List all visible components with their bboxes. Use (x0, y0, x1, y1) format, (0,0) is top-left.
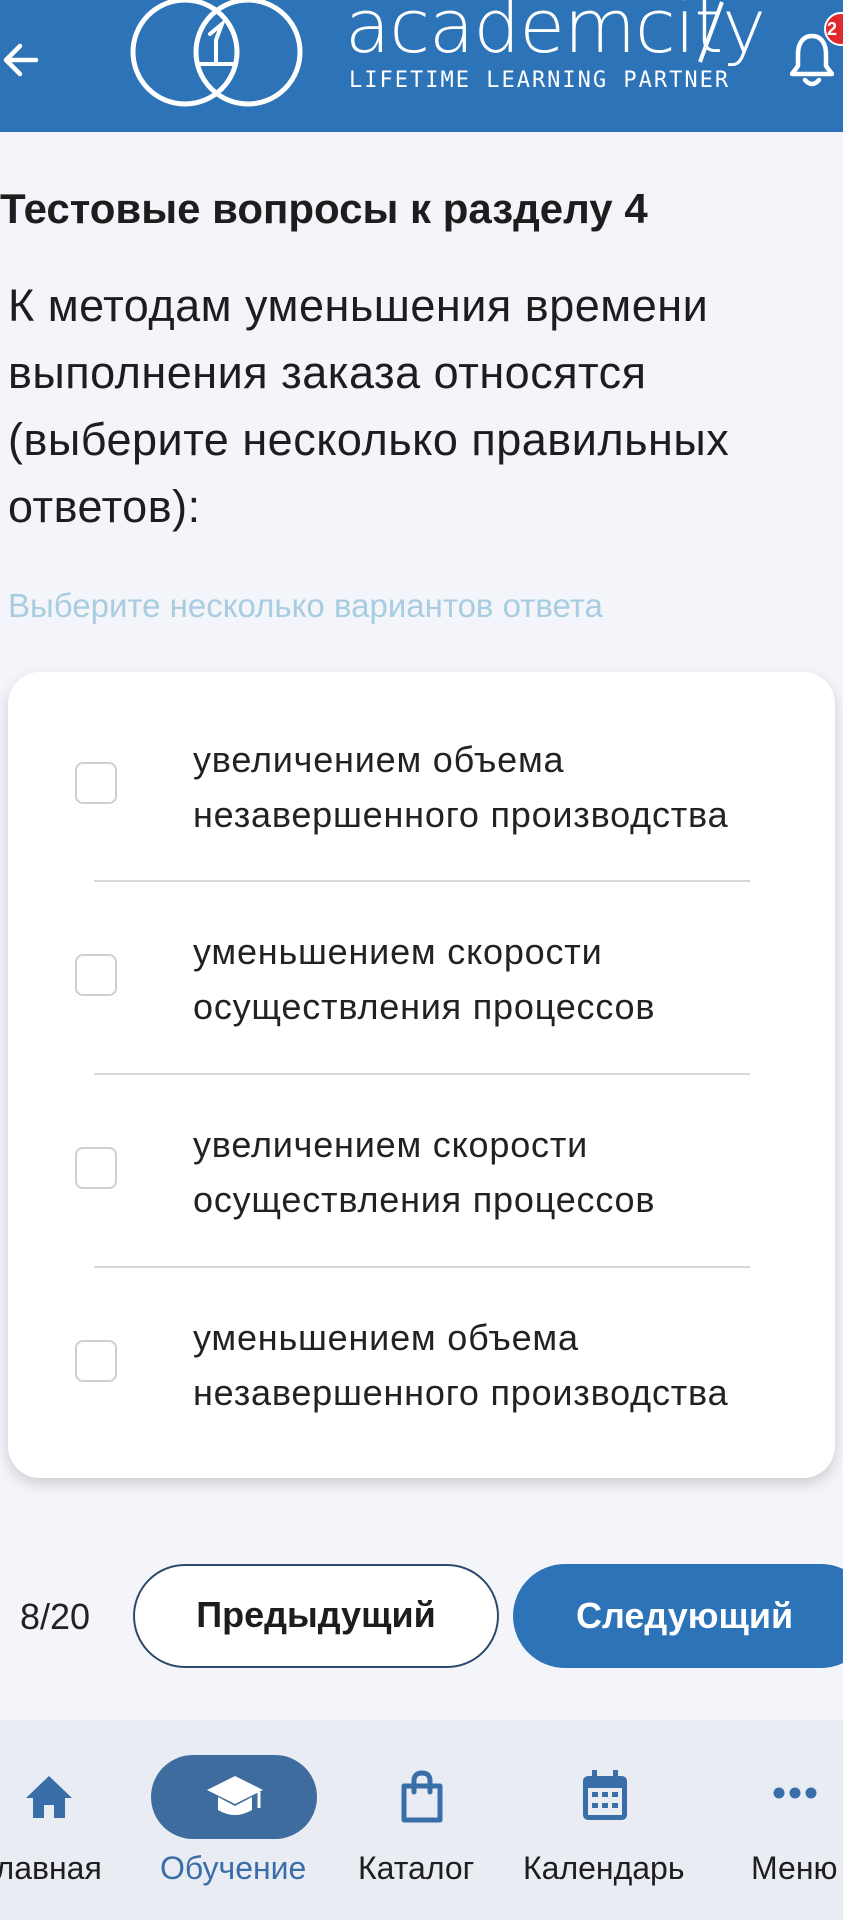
answer-option[interactable]: увеличением объема незавершенного произв… (8, 672, 835, 864)
option-label: уменьшением объема незавершенного произв… (193, 1310, 823, 1420)
option-label-line: осуществления процессов (193, 986, 656, 1027)
question-text: К методам уменьшения времени выполнения … (8, 280, 730, 532)
option-label-line: уменьшением объема (193, 1317, 579, 1358)
option-label-line: уменьшением скорости (193, 931, 603, 972)
academcity-logo-icon (130, 0, 303, 107)
back-arrow-icon[interactable] (0, 38, 44, 82)
brand-tagline: LIFETIME LEARNING PARTNER (349, 68, 731, 93)
option-label-line: увеличением скорости (193, 1124, 589, 1165)
answer-option[interactable]: увеличением скорости осуществления проце… (8, 1057, 835, 1249)
bottom-navigation: Главная Обучение Каталог Ка (0, 1720, 843, 1920)
option-checkbox[interactable] (75, 1340, 117, 1382)
answer-option[interactable]: уменьшением объема незавершенного произв… (8, 1250, 835, 1442)
option-checkbox[interactable] (75, 954, 117, 996)
logo-slash-icon (698, 1, 724, 63)
option-label-line: увеличением объема (193, 739, 565, 780)
answer-option[interactable]: уменьшением скорости осуществления проце… (8, 864, 835, 1056)
nav-item-calendar[interactable]: Календарь (515, 1720, 705, 1920)
section-title: Тестовые вопросы к разделу 4 (0, 185, 648, 232)
nav-label-calendar: Календарь (523, 1850, 685, 1886)
option-label: увеличением скорости осуществления проце… (193, 1117, 823, 1227)
calendar-icon (583, 1770, 627, 1820)
nav-label-menu: Меню (751, 1850, 838, 1886)
answer-options-card: увеличением объема незавершенного произв… (8, 672, 835, 1478)
previous-button[interactable]: Предыдущий (133, 1564, 499, 1668)
option-label: увеличением объема незавершенного произв… (193, 732, 823, 842)
answer-hint: Выберите несколько вариантов ответа (8, 587, 603, 624)
app-header: academcity LIFETIME LEARNING PARTNER 2 (0, 0, 843, 132)
nav-item-home[interactable]: Главная (0, 1720, 125, 1920)
option-label-line: незавершенного производства (193, 794, 729, 835)
shopping-bag-icon (401, 1770, 443, 1823)
nav-item-menu[interactable]: Меню (705, 1720, 843, 1920)
nav-label-home: Главная (0, 1850, 102, 1886)
home-icon (26, 1776, 72, 1818)
nav-label-catalog: Каталог (358, 1850, 475, 1886)
next-button[interactable]: Следующий (513, 1564, 843, 1668)
nav-label-learning: Обучение (160, 1850, 307, 1886)
more-dots-icon (773, 1787, 817, 1799)
option-label: уменьшением скорости осуществления проце… (193, 924, 823, 1034)
nav-item-catalog[interactable]: Каталог (345, 1720, 515, 1920)
question-counter: 8/20 (20, 1596, 91, 1637)
graduation-cap-icon (207, 1776, 263, 1815)
option-label-line: незавершенного производства (193, 1372, 729, 1413)
option-checkbox[interactable] (75, 1147, 117, 1189)
option-label-line: осуществления процессов (193, 1179, 656, 1220)
nav-item-learning[interactable]: Обучение (125, 1720, 345, 1920)
option-checkbox[interactable] (75, 762, 117, 804)
